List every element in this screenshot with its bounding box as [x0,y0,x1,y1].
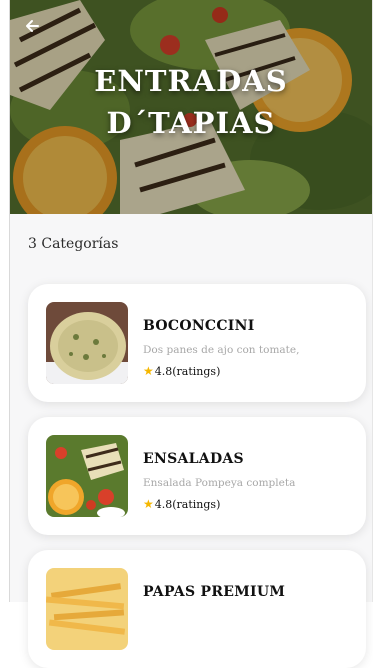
item-rating: ★ 4.8(ratings) [143,497,220,511]
item-description: Dos panes de ajo con tomate, [143,344,300,356]
star-icon: ★ [143,364,154,378]
list-item[interactable]: PAPAS PREMIUM [28,550,366,668]
back-button[interactable] [24,18,52,46]
salad-image [46,435,128,517]
category-list-section: 3 Categorías BOCONCCINI Dos panes de ajo… [10,214,372,668]
page-title: ENTRADAS D´TAPIAS [10,60,372,144]
header-banner: ENTRADAS D´TAPIAS [10,0,372,214]
arrow-left-icon [26,20,39,32]
title-line-2: D´TAPIAS [106,106,276,140]
rating-text: 4.8(ratings) [154,497,221,511]
left-frame [0,0,9,602]
item-name: ENSALADAS [143,451,244,467]
item-name: BOCONCCINI [143,318,255,334]
star-icon: ★ [143,497,154,511]
list-item[interactable]: BOCONCCINI Dos panes de ajo con tomate, … [28,284,366,402]
fries-image [46,568,128,650]
list-item[interactable]: ENSALADAS Ensalada Pompeya completa ★ 4.… [28,417,366,535]
category-count: 3 Categorías [28,236,119,252]
item-name: PAPAS PREMIUM [143,584,286,600]
item-description: Ensalada Pompeya completa [143,477,296,489]
left-border [9,0,10,602]
rating-text: 4.8(ratings) [154,364,221,378]
garlic-bread-image [46,302,128,384]
item-rating: ★ 4.8(ratings) [143,364,220,378]
title-line-1: ENTRADAS [94,64,288,98]
